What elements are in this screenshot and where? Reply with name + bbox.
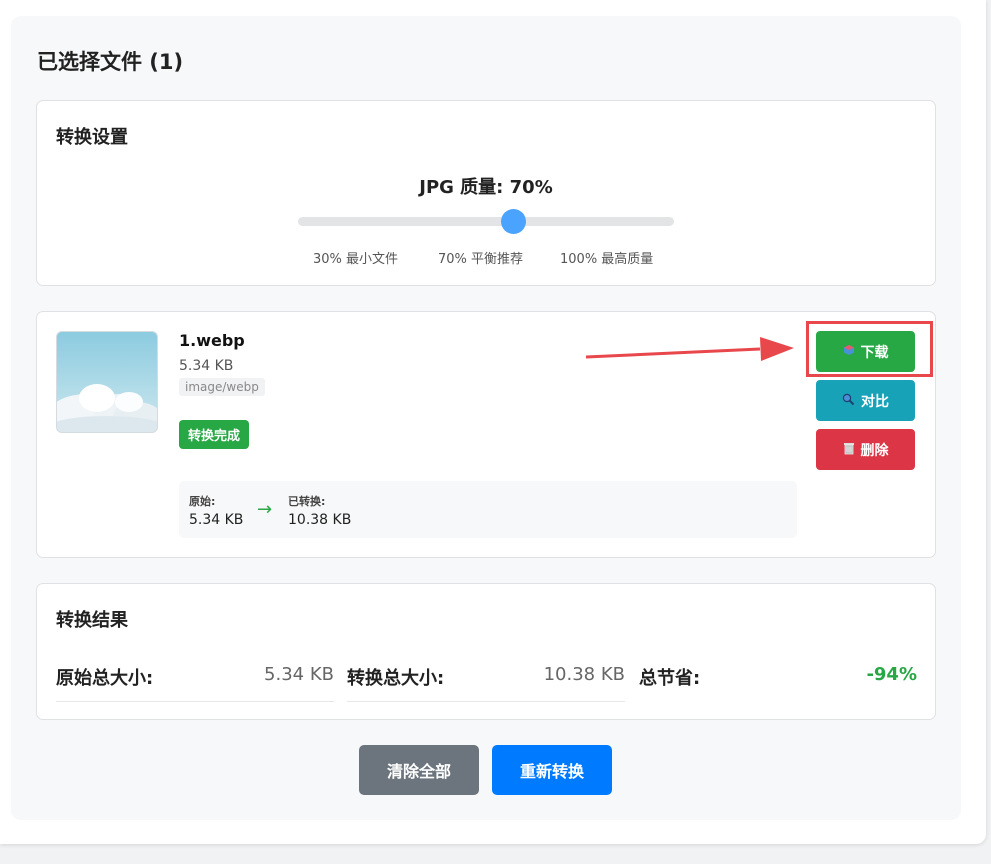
- status-badge: 转换完成: [179, 420, 250, 449]
- converted-total-label: 转换总大小:: [347, 668, 445, 689]
- arrow-right-icon: →: [257, 499, 273, 520]
- quality-label: JPG 质量: 70%: [419, 177, 553, 198]
- delete-button[interactable]: 删除: [816, 429, 915, 470]
- conversion-settings-card: 转换设置 JPG 质量: 70% 30% 最小文件 70% 平衡推荐 100% …: [36, 100, 936, 286]
- slider-mark-max: 100% 最高质量: [560, 252, 654, 267]
- page-title: 已选择文件 (1): [37, 50, 184, 74]
- settings-title: 转换设置: [56, 127, 128, 148]
- slider-mark-min: 30% 最小文件: [313, 252, 399, 267]
- original-total-value: 5.34 KB: [264, 664, 334, 685]
- annotation-highlight: [806, 321, 933, 377]
- compare-label: 对比: [861, 393, 889, 410]
- annotation-arrow: [585, 337, 794, 361]
- size-comparison: 原始: 5.34 KB → 已转换: 10.38 KB: [179, 481, 797, 538]
- magnifier-icon: [842, 393, 855, 409]
- converted-total: 转换总大小: 10.38 KB: [347, 661, 625, 702]
- quality-slider[interactable]: [298, 209, 674, 234]
- trash-icon: [843, 442, 855, 458]
- original-size-value: 5.34 KB: [189, 512, 244, 528]
- compare-button[interactable]: 对比: [816, 380, 915, 421]
- converted-size-label: 已转换:: [288, 495, 326, 508]
- original-size-label: 原始:: [189, 495, 216, 508]
- results-title: 转换结果: [56, 610, 128, 631]
- slider-handle[interactable]: [500, 209, 526, 234]
- slider-mark-mid: 70% 平衡推荐: [438, 252, 524, 267]
- savings-label: 总节省:: [639, 668, 701, 689]
- file-thumbnail: [56, 331, 158, 433]
- reconvert-button[interactable]: 重新转换: [492, 745, 612, 795]
- file-size: 5.34 KB: [179, 358, 234, 374]
- original-total: 原始总大小: 5.34 KB: [56, 661, 334, 702]
- delete-label: 删除: [860, 442, 889, 459]
- savings-value: -94%: [866, 664, 917, 685]
- converted-size-value: 10.38 KB: [288, 512, 352, 528]
- file-type-badge: image/webp: [179, 378, 265, 396]
- original-total-label: 原始总大小:: [56, 668, 154, 689]
- conversion-results-card: 转换结果 原始总大小: 5.34 KB 转换总大小: 10.38 KB 总节省:…: [36, 583, 936, 720]
- file-item-card: 1.webp 5.34 KB image/webp 转换完成 原始: 5.34 …: [36, 311, 936, 558]
- converted-total-value: 10.38 KB: [543, 664, 625, 685]
- cloud-image: [57, 384, 157, 432]
- file-name: 1.webp: [179, 331, 245, 350]
- clear-all-button[interactable]: 清除全部: [359, 745, 479, 795]
- total-savings: 总节省: -94%: [639, 661, 917, 701]
